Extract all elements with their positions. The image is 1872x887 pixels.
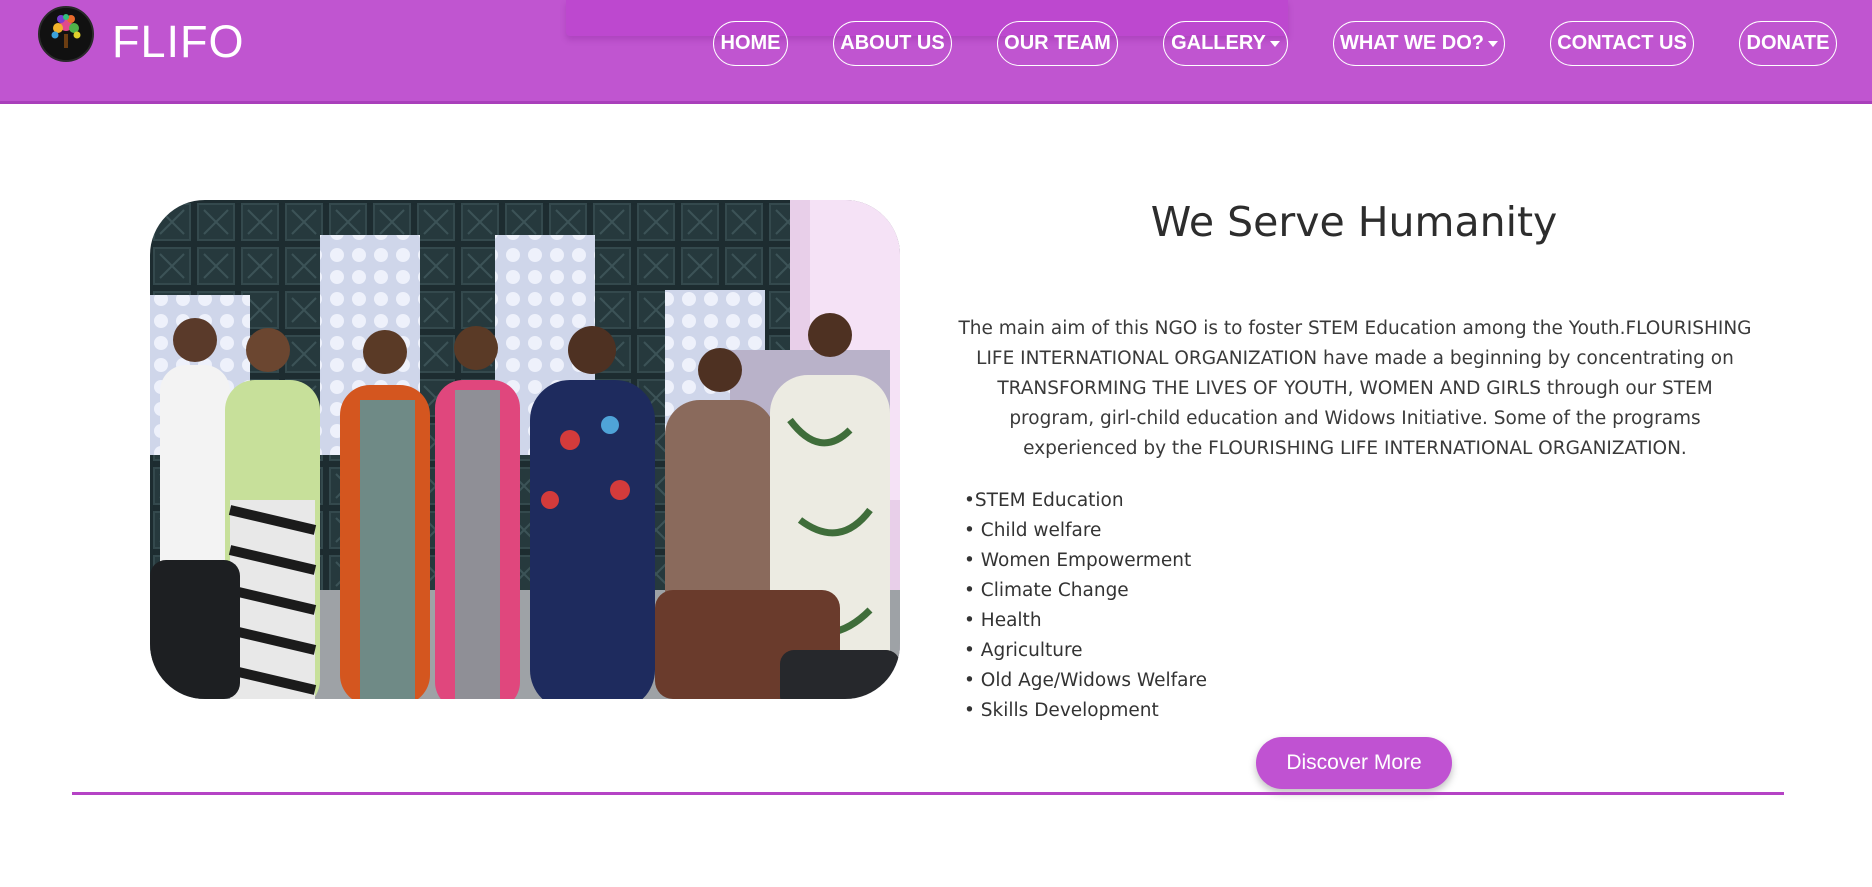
nav-what-we-do-label: WHAT WE DO? xyxy=(1339,32,1485,54)
chevron-down-icon xyxy=(1269,40,1280,47)
brand-name[interactable]: FLIFO xyxy=(112,16,245,68)
logo[interactable] xyxy=(38,6,94,62)
nav-our-team[interactable]: OUR TEAM xyxy=(997,21,1118,66)
nav-gallery-label: GALLERY xyxy=(1171,32,1266,54)
section-title: We Serve Humanity xyxy=(1150,198,1558,246)
nav-contact-us-label: CONTACT US xyxy=(1557,32,1687,54)
program-item: • Agriculture xyxy=(964,640,1083,661)
nav-what-we-do[interactable]: WHAT WE DO? xyxy=(1333,21,1505,66)
group-photo-image xyxy=(150,200,900,699)
nav-donate-label: DONATE xyxy=(1746,32,1830,54)
nav-home-label: HOME xyxy=(720,32,781,54)
section-divider xyxy=(72,792,1784,795)
nav-home[interactable]: HOME xyxy=(713,21,788,66)
nav-about-us-label: ABOUT US xyxy=(840,32,945,54)
program-item: • Skills Development xyxy=(964,700,1159,721)
program-item: •STEM Education xyxy=(964,490,1124,511)
program-item: • Women Empowerment xyxy=(964,550,1192,571)
nav-about-us[interactable]: ABOUT US xyxy=(833,21,952,66)
nav-contact-us[interactable]: CONTACT US xyxy=(1550,21,1694,66)
group-photo xyxy=(150,200,900,699)
program-item: • Health xyxy=(964,610,1042,631)
program-item: • Climate Change xyxy=(964,580,1129,601)
program-item: • Old Age/Widows Welfare xyxy=(964,670,1208,691)
tree-logo-icon xyxy=(40,8,92,60)
mission-paragraph: The main aim of this NGO is to foster ST… xyxy=(958,318,1752,459)
site-header: FLIFO HOME ABOUT US OUR TEAM GALLERY WHA… xyxy=(0,0,1872,104)
nav-donate[interactable]: DONATE xyxy=(1739,21,1837,66)
nav-our-team-label: OUR TEAM xyxy=(1004,32,1111,54)
nav-gallery[interactable]: GALLERY xyxy=(1163,21,1288,66)
chevron-down-icon xyxy=(1488,40,1499,47)
discover-more-button[interactable]: Discover More xyxy=(1256,737,1452,789)
program-list: •STEM Education • Child welfare • Women … xyxy=(964,486,1207,726)
program-item: • Child welfare xyxy=(964,520,1102,541)
